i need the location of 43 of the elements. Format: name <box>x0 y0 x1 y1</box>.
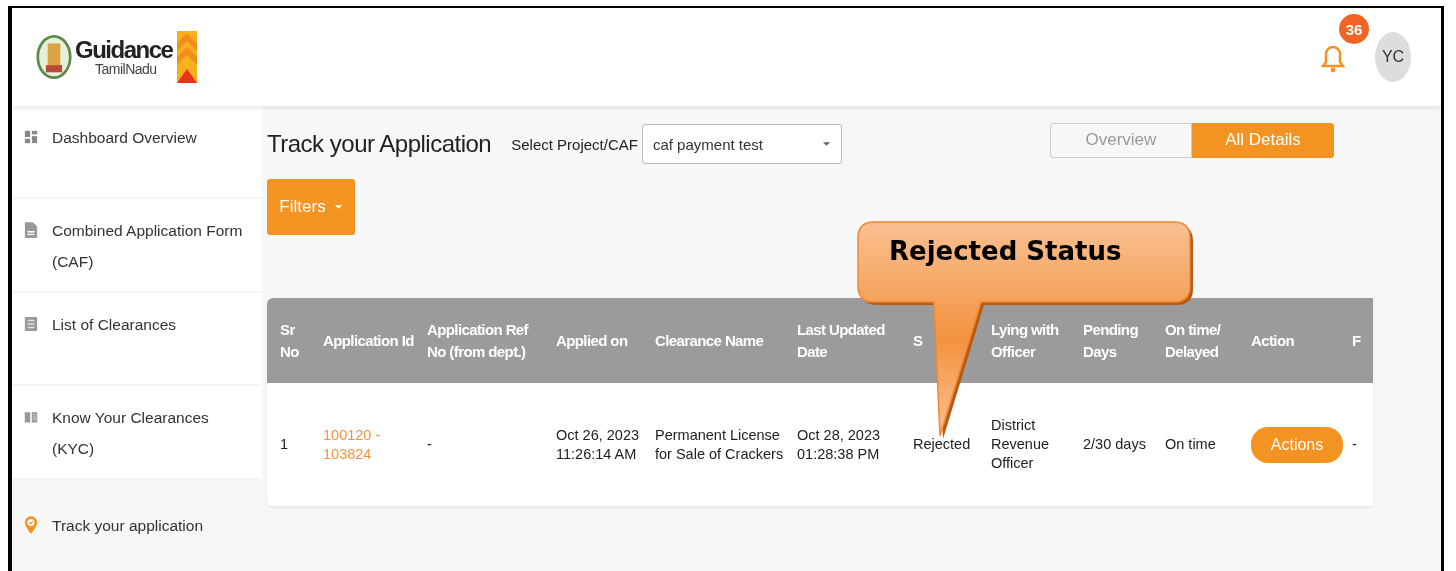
sidebar-item[interactable]: List of Clearances <box>12 292 262 385</box>
column-header: Last Updated Date <box>796 319 886 362</box>
document-icon <box>24 221 38 240</box>
column-header: F <box>1351 330 1362 351</box>
bell-icon[interactable] <box>1321 44 1345 74</box>
chevron-stripes-icon <box>175 31 200 83</box>
column-header: Lying with Officer <box>990 319 1060 362</box>
table-cell: Oct 28, 2023 01:28:38 PM <box>797 426 881 462</box>
column-header: S <box>912 330 924 351</box>
logo-title: Guidance <box>75 38 173 62</box>
table-cell: 2/30 days <box>1083 436 1146 452</box>
column-header: Action <box>1250 330 1296 351</box>
table-cell: - <box>1352 436 1357 452</box>
user-avatar[interactable]: YC <box>1375 32 1411 82</box>
table-cell: On time <box>1165 436 1216 452</box>
column-header: On time/ Delayed <box>1164 319 1222 362</box>
sidebar-item[interactable]: Dashboard Overview <box>12 106 262 198</box>
callout-label: Rejected Status <box>889 236 1122 266</box>
logo-subtitle: TamilNadu <box>94 62 158 76</box>
table-cell: - <box>427 436 432 452</box>
caret-icon <box>821 141 831 147</box>
emblem-icon <box>36 32 72 82</box>
table-cell: 1 <box>280 436 289 452</box>
table-cell: Rejected <box>913 436 971 452</box>
list-icon <box>24 314 38 333</box>
column-header: Applied on <box>555 330 629 351</box>
table-cell: Oct 26, 2023 11:26:14 AM <box>556 426 640 462</box>
sidebar-item[interactable]: Combined Application Form (CAF) <box>12 199 262 291</box>
column-header: Clearance Name <box>654 330 765 351</box>
project-select[interactable]: caf payment test <box>641 124 842 164</box>
caret-icon <box>333 204 343 210</box>
column-header: Application Id <box>322 330 414 351</box>
project-label: Select Project/CAF <box>511 135 638 153</box>
page-title: Track your Application <box>267 130 492 158</box>
table-cell: Permanent License for Sale of Crackers <box>655 426 784 462</box>
sidebar-item[interactable]: Know Your Clearances (KYC) <box>12 386 262 478</box>
column-header: Sr No <box>279 319 300 362</box>
column-header: Pending Days <box>1082 319 1139 362</box>
table-cell: District Revenue Officer <box>991 417 1050 471</box>
notification-badge: 36 <box>1339 14 1369 44</box>
location-pin-icon <box>24 515 38 536</box>
dashboard-icon <box>24 128 38 146</box>
column-header: Application Ref No (from dept.) <box>426 319 530 362</box>
